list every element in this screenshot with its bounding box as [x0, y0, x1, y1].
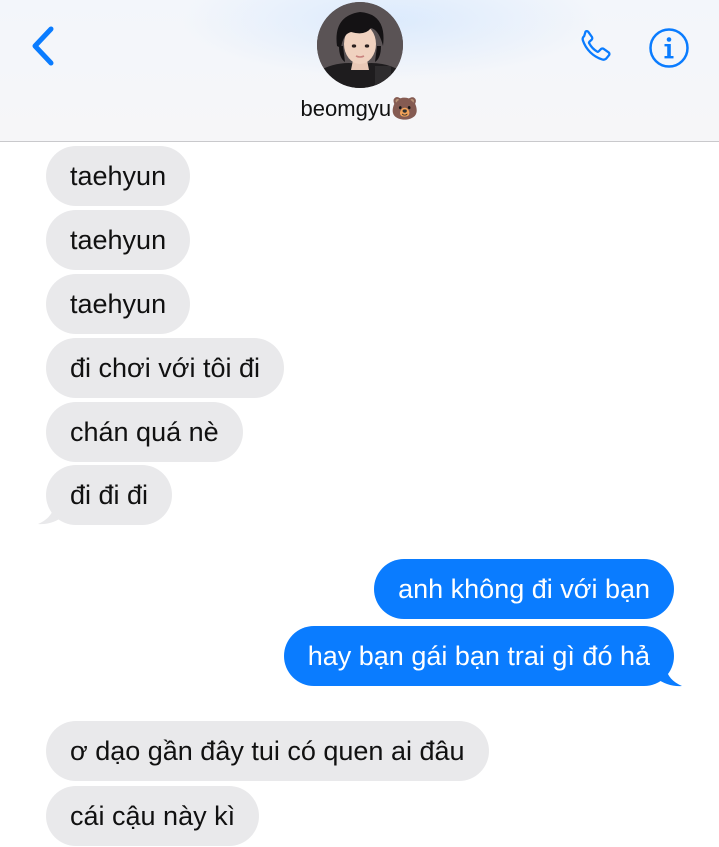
message-bubble-incoming[interactable]: taehyun	[46, 146, 191, 206]
message-bubble-incoming[interactable]: chán quá nè	[46, 402, 243, 462]
info-button[interactable]	[647, 26, 691, 70]
message-bubble-incoming[interactable]: đi chơi với tôi đi	[46, 338, 284, 398]
message-bubble-outgoing[interactable]: anh không đi với bạn	[374, 559, 674, 619]
phone-icon	[581, 30, 611, 61]
message-bubble-incoming[interactable]: ơ dạo gần đây tui có quen ai đâu	[46, 721, 489, 781]
message-bubble-outgoing[interactable]: hay bạn gái bạn trai gì đó hả	[283, 626, 674, 686]
chevron-left-icon	[32, 26, 54, 66]
message-bubble-incoming[interactable]: đi đi đi	[46, 465, 173, 525]
avatar[interactable]	[317, 2, 403, 88]
avatar-photo	[317, 2, 403, 88]
message-bubble-incoming[interactable]: taehyun	[46, 210, 191, 270]
message-bubble-incoming[interactable]: cái cậu này kì	[46, 786, 260, 846]
back-button[interactable]	[22, 22, 62, 70]
contact-name[interactable]: beomgyu🐻	[0, 96, 719, 122]
call-button[interactable]	[570, 22, 620, 72]
conversation-header: beomgyu🐻	[0, 0, 719, 142]
message-bubble-incoming[interactable]: taehyun	[46, 274, 191, 334]
info-icon	[649, 28, 689, 68]
